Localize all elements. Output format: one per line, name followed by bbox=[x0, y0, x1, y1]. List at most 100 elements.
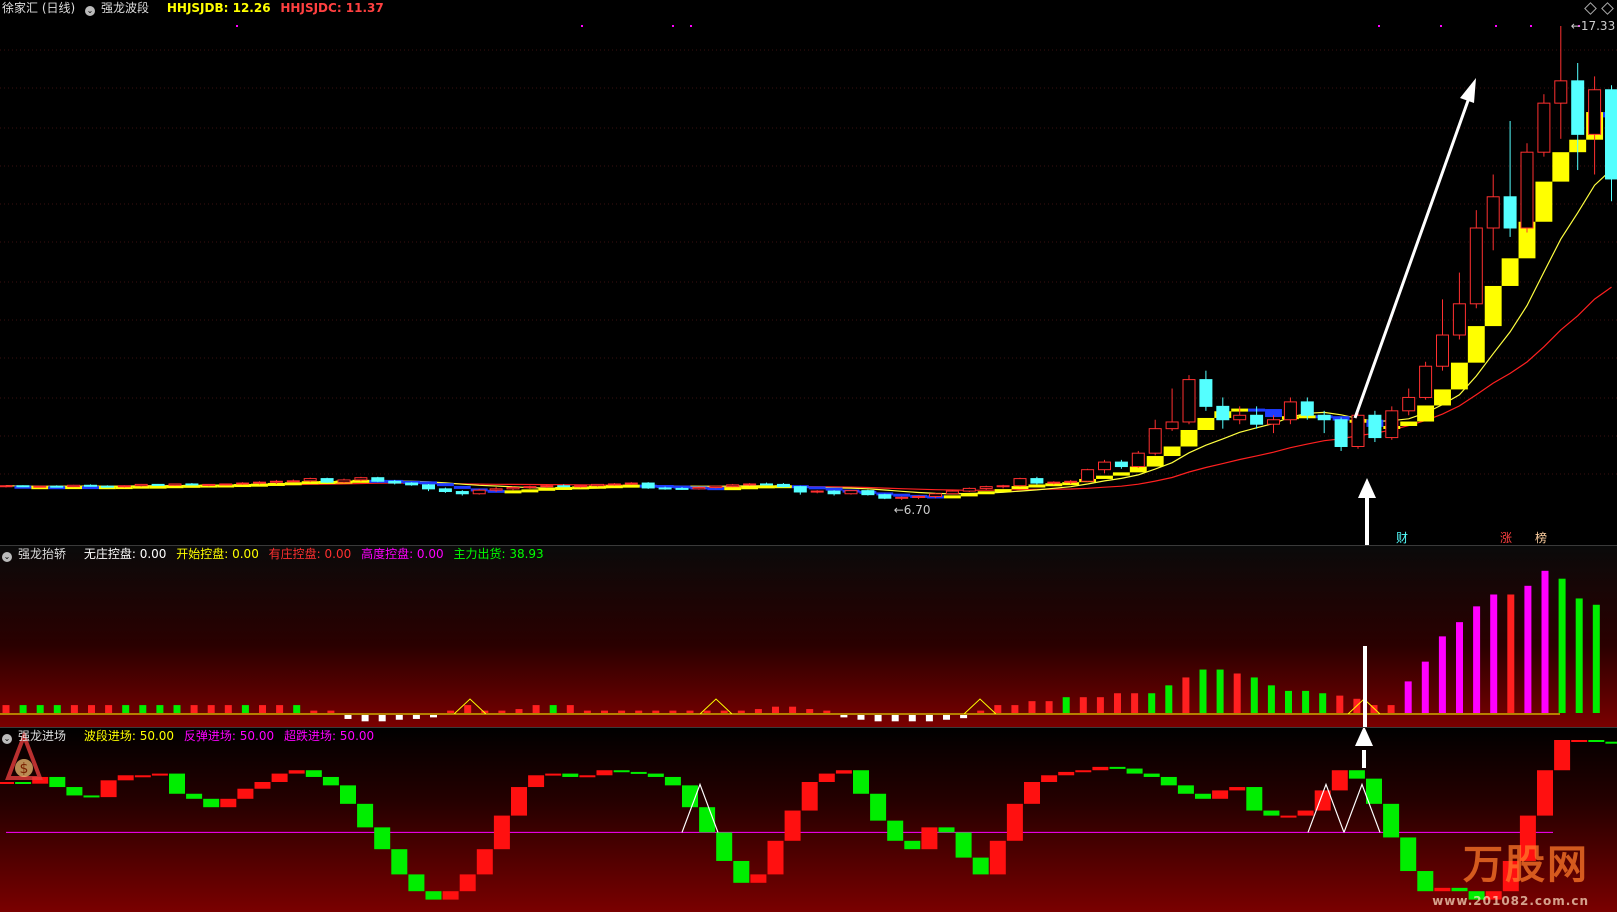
p2-title[interactable]: 强龙抬轿 bbox=[18, 547, 66, 561]
bar-mark bbox=[1575, 598, 1583, 713]
p2-item-2: 有庄控盘: 0.00 bbox=[268, 547, 352, 561]
step-segment bbox=[1331, 770, 1348, 791]
bar-mark bbox=[1302, 690, 1310, 713]
bar-mark bbox=[293, 705, 301, 713]
bar-chart[interactable] bbox=[0, 546, 1617, 727]
ma-stair-segment bbox=[1501, 258, 1519, 286]
bar-mark bbox=[344, 715, 352, 719]
ma-stair-segment bbox=[1552, 152, 1570, 182]
step-segment bbox=[1126, 768, 1143, 774]
ma-stair-segment bbox=[741, 486, 759, 490]
bar-mark bbox=[1438, 636, 1446, 713]
candle-body bbox=[574, 485, 588, 488]
p3-header: ⌄ 强龙进场 波段进场: 50.00 反弹进场: 50.00 超跌进场: 50.0… bbox=[2, 728, 380, 744]
p3-item-2: 超跌进场: 50.00 bbox=[283, 729, 375, 743]
candle-body bbox=[1436, 334, 1449, 367]
step-segment bbox=[887, 820, 904, 841]
bar-mark bbox=[925, 715, 933, 722]
candle-body bbox=[185, 483, 199, 486]
step-segment bbox=[357, 803, 374, 828]
bar-mark bbox=[498, 710, 506, 713]
ma-stair-segment bbox=[893, 493, 911, 497]
candle-body bbox=[33, 485, 47, 488]
step-segment bbox=[374, 827, 391, 850]
step-segment bbox=[784, 810, 801, 841]
step-segment bbox=[117, 775, 134, 781]
bar-mark bbox=[823, 710, 831, 713]
step-segment bbox=[271, 773, 288, 782]
step-segment bbox=[853, 770, 869, 794]
main-price-panel[interactable]: ←17.33 ←6.70 财 涨 榜 徐家汇 (日线) ⌄ 强龙波段 HHJSJDB: 1… bbox=[0, 0, 1617, 545]
tertiary-line-panel[interactable]: ⌄ 强龙进场 波段进场: 50.00 反弹进场: 50.00 超跌进场: 50.0… bbox=[0, 728, 1617, 912]
ma-stair-segment bbox=[977, 491, 995, 495]
bar-mark bbox=[891, 715, 899, 722]
ma-stair-segment bbox=[1146, 456, 1164, 467]
chevron-down-icon[interactable]: ⌄ bbox=[2, 552, 12, 562]
candle-body bbox=[962, 487, 976, 492]
step-segment bbox=[237, 788, 254, 799]
bar-mark bbox=[1199, 669, 1207, 713]
candle-body bbox=[776, 483, 790, 488]
candle-body bbox=[67, 484, 81, 488]
ma-stair-segment bbox=[758, 485, 775, 489]
p3-title[interactable]: 强龙进场 bbox=[18, 729, 66, 743]
main-header: 徐家汇 (日线) ⌄ 强龙波段 HHJSJDB: 12.26 HHJSJDC: 1… bbox=[2, 0, 390, 16]
candle-body bbox=[1317, 414, 1331, 421]
bar-mark bbox=[190, 705, 198, 713]
bar-mark bbox=[772, 706, 779, 713]
bar-mark bbox=[1267, 685, 1275, 713]
candle-body bbox=[1419, 365, 1433, 398]
top-tick-mark bbox=[1530, 25, 1532, 27]
top-tick-mark bbox=[581, 25, 583, 27]
svg-text:$: $ bbox=[20, 761, 29, 777]
candle-body bbox=[844, 490, 858, 495]
candle-body bbox=[641, 482, 655, 489]
candle-body bbox=[591, 483, 604, 487]
bar-mark bbox=[395, 715, 403, 720]
candle-body bbox=[134, 483, 148, 487]
entry-chart[interactable] bbox=[0, 728, 1617, 912]
ma-stair-segment bbox=[808, 486, 826, 490]
ma-stair-segment bbox=[1197, 417, 1215, 430]
chevron-down-icon[interactable]: ⌄ bbox=[85, 6, 96, 16]
bar-mark bbox=[1114, 693, 1121, 713]
bar-mark bbox=[960, 715, 968, 719]
step-segment bbox=[955, 832, 972, 858]
bar-mark bbox=[874, 715, 882, 722]
ma-stair-segment bbox=[1400, 421, 1418, 426]
p2-item-0: 无庄控盘: 0.00 bbox=[83, 547, 167, 561]
top-tick-mark bbox=[690, 25, 692, 27]
top-tick-mark bbox=[1495, 25, 1497, 27]
step-segment bbox=[459, 874, 476, 892]
chevron-down-icon[interactable]: ⌄ bbox=[2, 734, 12, 744]
step-segment bbox=[1280, 815, 1297, 818]
step-segment bbox=[1383, 803, 1400, 838]
secondary-bar-panel[interactable]: ⌄ 强龙抬轿 无庄控盘: 0.00 开始控盘: 0.00 有庄控盘: 0.00 高… bbox=[0, 546, 1617, 727]
bar-mark bbox=[1473, 606, 1481, 713]
candlestick-chart[interactable]: ←17.33 ←6.70 财 涨 榜 bbox=[0, 0, 1617, 545]
bar-mark bbox=[1148, 693, 1156, 713]
bar-mark bbox=[259, 705, 266, 713]
step-segment bbox=[1246, 787, 1263, 811]
candle-body bbox=[253, 481, 266, 484]
step-segment bbox=[1177, 785, 1194, 794]
ma-stair-segment bbox=[1417, 405, 1435, 422]
step-segment bbox=[972, 857, 989, 875]
bar-mark bbox=[532, 705, 540, 713]
bar-mark bbox=[806, 709, 814, 713]
bar-mark bbox=[1045, 701, 1053, 713]
indicator-name[interactable]: 强龙波段 bbox=[101, 1, 149, 15]
candle-body bbox=[0, 485, 13, 488]
candle-body bbox=[912, 495, 926, 498]
candle-body bbox=[709, 485, 723, 489]
candle-body bbox=[168, 483, 182, 486]
min-price-label: ←6.70 bbox=[894, 503, 931, 517]
candle-body bbox=[1081, 469, 1095, 482]
step-segment bbox=[1571, 740, 1588, 742]
p3-item-0: 波段进场: 50.00 bbox=[83, 729, 175, 743]
step-segment bbox=[100, 780, 117, 798]
candle-body bbox=[219, 483, 233, 486]
candle-body bbox=[1605, 89, 1617, 180]
step-segment bbox=[1554, 740, 1571, 771]
bar-mark bbox=[1096, 697, 1104, 713]
